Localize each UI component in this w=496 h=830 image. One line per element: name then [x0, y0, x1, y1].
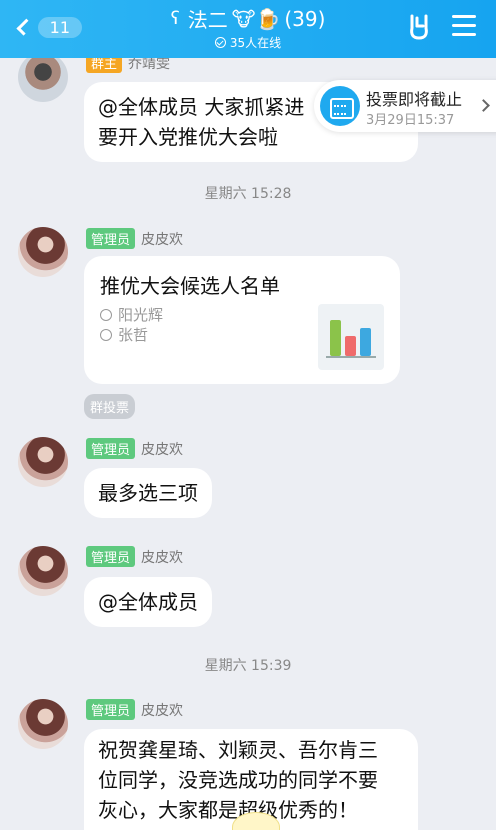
chevron-right-icon — [477, 99, 490, 112]
avatar[interactable] — [18, 546, 68, 596]
check-circle-icon — [214, 37, 226, 48]
chat-header: 11 ʕ 法二 🐮🍺 (39) 35人在线 — [0, 0, 496, 58]
vote-option: 张哲 — [100, 324, 148, 345]
vote-title: 推优大会候选人名单 — [100, 274, 280, 298]
online-status: 35人在线 — [214, 34, 282, 51]
vote-option-label: 阳光辉 — [118, 306, 164, 324]
vote-card[interactable]: 推优大会候选人名单 阳光辉 张哲 — [84, 256, 400, 384]
role-badge: 管理员 — [86, 228, 136, 249]
radio-icon — [100, 308, 112, 321]
sender-name: 皮皮欢 — [141, 231, 184, 248]
member-count: (39) — [284, 6, 326, 31]
sender-meta: 管理员 皮皮欢 — [86, 438, 183, 459]
sender-name: 皮皮欢 — [141, 549, 184, 566]
avatar[interactable] — [18, 699, 68, 749]
calendar-icon — [320, 86, 360, 126]
avatar[interactable] — [18, 437, 68, 487]
group-name: 法二 — [187, 8, 228, 32]
online-count: 35人在线 — [229, 36, 282, 50]
menu-icon[interactable] — [452, 15, 476, 37]
role-badge: 管理员 — [86, 699, 136, 720]
avatar[interactable] — [18, 227, 68, 277]
role-badge: 管理员 — [86, 438, 136, 459]
role-badge: 管理员 — [86, 546, 136, 567]
message-text: @全体成员 — [98, 590, 198, 614]
vote-deadline-notice[interactable]: 投票即将截止 3月29日15:37 — [314, 80, 496, 132]
radio-icon — [100, 328, 112, 341]
group-title[interactable]: ʕ 法二 🐮🍺 (39) — [171, 4, 326, 33]
sender-name: 皮皮欢 — [141, 441, 184, 458]
vote-option: 阳光辉 — [100, 304, 163, 325]
vote-option-label: 张哲 — [118, 326, 149, 344]
avatar[interactable] — [18, 52, 68, 102]
message-bubble[interactable]: @全体成员 — [84, 577, 212, 627]
sender-meta: 管理员 皮皮欢 — [86, 699, 183, 720]
message-bubble[interactable]: 最多选三项 — [84, 468, 212, 518]
group-name-emoji: 🐮🍺 — [231, 6, 281, 31]
hand-gesture-icon[interactable] — [404, 12, 434, 42]
bar-chart-icon — [318, 304, 384, 370]
message-text: 最多选三项 — [98, 481, 198, 505]
timestamp: 星期六 15:28 — [204, 186, 292, 202]
group-vote-tag: 群投票 — [84, 394, 136, 419]
ear-icon: ʕ — [170, 8, 180, 29]
notice-title: 投票即将截止 — [366, 90, 463, 109]
timestamp: 星期六 15:39 — [204, 658, 292, 674]
sender-meta: 管理员 皮皮欢 — [86, 228, 183, 249]
message-line: 位同学，没竞选成功的同学不要 — [98, 768, 378, 792]
sender-meta: 管理员 皮皮欢 — [86, 546, 183, 567]
sender-name: 皮皮欢 — [141, 702, 184, 719]
notice-time: 3月29日15:37 — [366, 113, 455, 128]
message-line: 祝贺龚星琦、刘颖灵、吾尔肯三 — [98, 738, 378, 762]
